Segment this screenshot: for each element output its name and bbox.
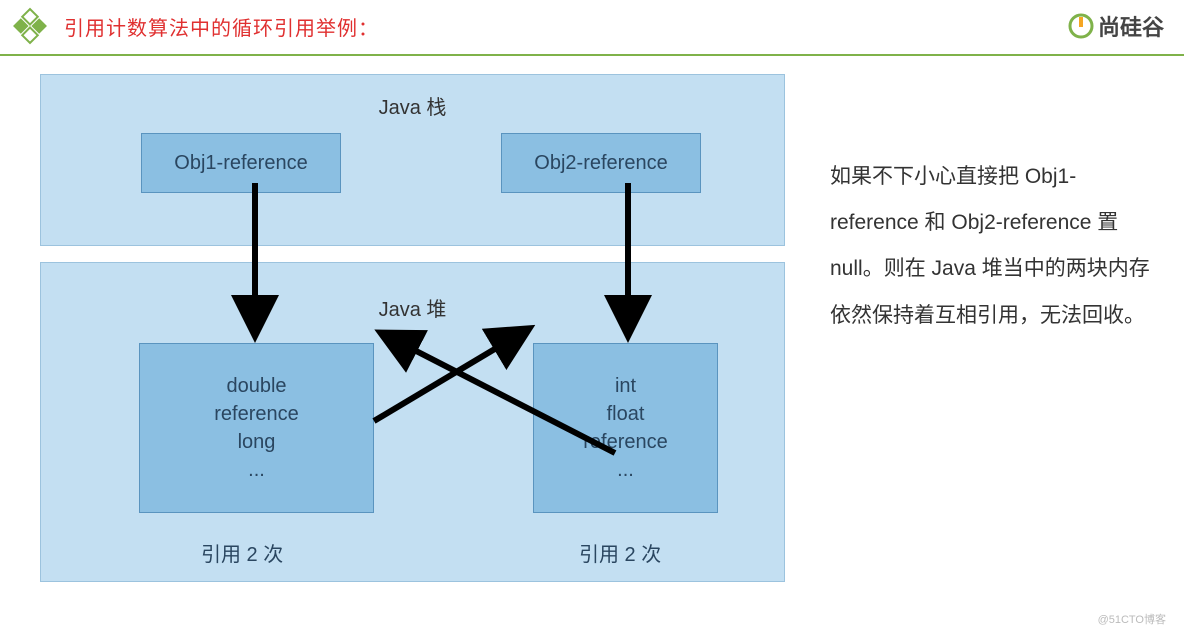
obj2-reference-box: Obj2-reference (501, 133, 701, 193)
header-left: 引用计数算法中的循环引用举例： (10, 6, 379, 46)
java-stack-region: Java 栈 Obj1-reference Obj2-reference (40, 74, 785, 246)
header-bar: 引用计数算法中的循环引用举例： 尚硅谷 (0, 0, 1184, 56)
ref-count-left: 引用 2 次 (201, 538, 283, 567)
heap-block-right: intfloatreference... (533, 343, 718, 513)
heap-left-text: doublereferencelong... (214, 372, 299, 484)
stack-label: Java 栈 (51, 85, 774, 130)
page-title: 引用计数算法中的循环引用举例： (64, 12, 379, 41)
explanation-text: 如果不下小心直接把 Obj1-reference 和 Obj2-referenc… (830, 74, 1150, 582)
heap-label: Java 堆 (379, 293, 447, 322)
obj2-label: Obj2-reference (534, 152, 667, 175)
obj1-reference-box: Obj1-reference (141, 133, 341, 193)
brand-name: 尚硅谷 (1098, 10, 1164, 42)
content-area: Java 栈 Obj1-reference Obj2-reference Jav… (0, 56, 1184, 582)
obj1-label: Obj1-reference (174, 152, 307, 175)
brand-logo: 尚硅谷 (1068, 10, 1164, 42)
heap-block-left: doublereferencelong... (139, 343, 374, 513)
watermark: @51CTO博客 (1098, 611, 1166, 627)
ref-count-right: 引用 2 次 (579, 538, 661, 567)
brand-icon (1068, 13, 1094, 39)
heap-right-text: intfloatreference... (583, 372, 668, 484)
java-heap-region: Java 堆 doublereferencelong... intfloatre… (40, 262, 785, 582)
diagram: Java 栈 Obj1-reference Obj2-reference Jav… (40, 74, 790, 582)
diamond-icon (10, 6, 50, 46)
